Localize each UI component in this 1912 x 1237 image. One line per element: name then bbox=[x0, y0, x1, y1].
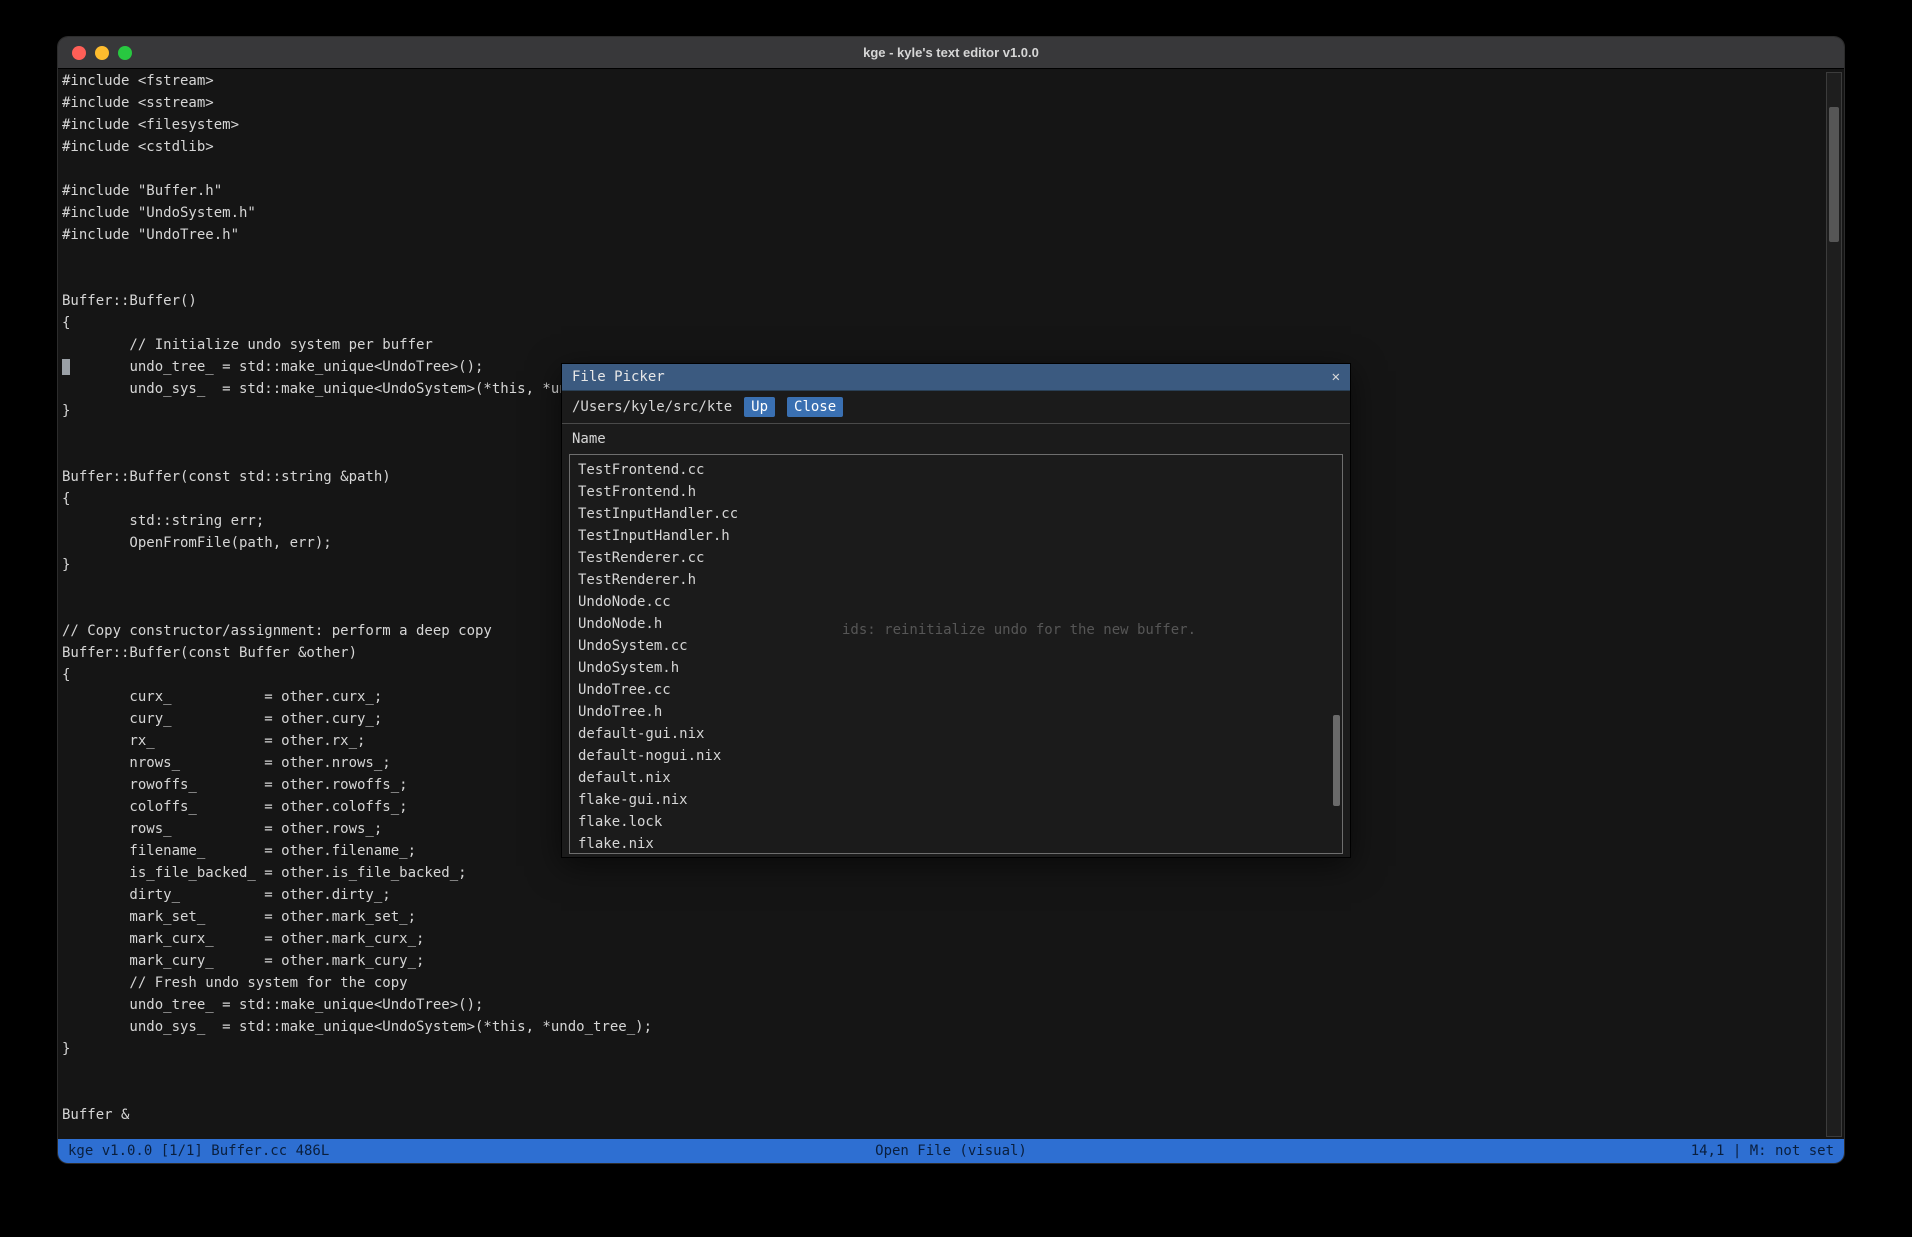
file-list-item[interactable]: TestInputHandler.h bbox=[570, 525, 1342, 547]
file-list-item[interactable]: UndoNode.h bbox=[570, 613, 1342, 635]
file-list-item[interactable]: UndoSystem.cc bbox=[570, 635, 1342, 657]
code-line: #include <fstream> bbox=[62, 70, 652, 92]
code-line: Buffer::Buffer() bbox=[62, 290, 652, 312]
code-line: mark_curx_ = other.mark_curx_; bbox=[62, 928, 652, 950]
window-titlebar: kge - kyle's text editor v1.0.0 bbox=[58, 37, 1844, 69]
status-left: kge v1.0.0 [1/1] Buffer.cc 486L bbox=[68, 1143, 329, 1159]
code-line: // Initialize undo system per buffer bbox=[62, 334, 652, 356]
code-line: mark_cury_ = other.mark_cury_; bbox=[62, 950, 652, 972]
code-line: #include "UndoSystem.h" bbox=[62, 202, 652, 224]
window-minimize-button[interactable] bbox=[95, 46, 109, 60]
code-line: // Fresh undo system for the copy bbox=[62, 972, 652, 994]
file-list-item[interactable]: UndoTree.cc bbox=[570, 679, 1342, 701]
dialog-close-icon[interactable]: ✕ bbox=[1332, 369, 1340, 385]
code-line bbox=[62, 268, 652, 290]
code-line: #include <filesystem> bbox=[62, 114, 652, 136]
code-line: mark_set_ = other.mark_set_; bbox=[62, 906, 652, 928]
up-button[interactable]: Up bbox=[744, 397, 775, 417]
code-line: undo_sys_ = std::make_unique<UndoSystem>… bbox=[62, 1016, 652, 1038]
file-picker-dialog: File Picker ✕ /Users/kyle/src/kte Up Clo… bbox=[561, 363, 1351, 858]
code-line: dirty_ = other.dirty_; bbox=[62, 884, 652, 906]
status-bar: kge v1.0.0 [1/1] Buffer.cc 486L Open Fil… bbox=[58, 1139, 1844, 1163]
file-list-item[interactable]: TestRenderer.cc bbox=[570, 547, 1342, 569]
file-list-item[interactable]: TestFrontend.cc bbox=[570, 459, 1342, 481]
file-list-item[interactable]: default-gui.nix bbox=[570, 723, 1342, 745]
code-line: #include "Buffer.h" bbox=[62, 180, 652, 202]
dialog-close-button[interactable]: Close bbox=[787, 397, 843, 417]
file-list-item[interactable]: TestFrontend.h bbox=[570, 481, 1342, 503]
file-list-rows: TestFrontend.ccTestFrontend.hTestInputHa… bbox=[570, 459, 1342, 854]
code-line: { bbox=[62, 312, 652, 334]
file-list[interactable]: TestFrontend.ccTestFrontend.hTestInputHa… bbox=[569, 454, 1343, 854]
text-cursor bbox=[62, 359, 70, 375]
file-list-item[interactable]: flake.nix bbox=[570, 833, 1342, 854]
traffic-lights bbox=[72, 37, 132, 68]
file-list-item[interactable]: TestRenderer.h bbox=[570, 569, 1342, 591]
code-line bbox=[62, 1060, 652, 1082]
file-list-item[interactable]: default.nix bbox=[570, 767, 1342, 789]
current-path: /Users/kyle/src/kte bbox=[572, 399, 732, 415]
editor-scrollbar-thumb[interactable] bbox=[1829, 107, 1839, 242]
file-list-item[interactable]: TestInputHandler.cc bbox=[570, 503, 1342, 525]
code-line: } bbox=[62, 1038, 652, 1060]
dialog-titlebar: File Picker ✕ bbox=[562, 364, 1350, 391]
file-list-scrollbar-thumb[interactable] bbox=[1333, 715, 1340, 806]
code-line: Buffer & bbox=[62, 1104, 652, 1126]
code-line: #include <cstdlib> bbox=[62, 136, 652, 158]
code-line bbox=[62, 246, 652, 268]
editor-scrollbar[interactable] bbox=[1826, 72, 1842, 1137]
dialog-title: File Picker bbox=[572, 369, 665, 385]
code-line: #include "UndoTree.h" bbox=[62, 224, 652, 246]
file-list-item[interactable]: UndoSystem.h bbox=[570, 657, 1342, 679]
editor-window: kge - kyle's text editor v1.0.0 #include… bbox=[58, 37, 1844, 1163]
status-right: 14,1 | M: not set bbox=[1691, 1143, 1834, 1159]
window-title: kge - kyle's text editor v1.0.0 bbox=[863, 45, 1039, 60]
window-close-button[interactable] bbox=[72, 46, 86, 60]
file-list-item[interactable]: flake.lock bbox=[570, 811, 1342, 833]
code-line: is_file_backed_ = other.is_file_backed_; bbox=[62, 862, 652, 884]
code-line: #include <sstream> bbox=[62, 92, 652, 114]
path-row: /Users/kyle/src/kte Up Close bbox=[562, 391, 1350, 423]
code-line bbox=[62, 158, 652, 180]
code-line bbox=[62, 1082, 652, 1104]
file-list-item[interactable]: UndoTree.h bbox=[570, 701, 1342, 723]
code-line: undo_tree_ = std::make_unique<UndoTree>(… bbox=[62, 994, 652, 1016]
file-list-item[interactable]: default-nogui.nix bbox=[570, 745, 1342, 767]
window-zoom-button[interactable] bbox=[118, 46, 132, 60]
file-list-item[interactable]: UndoNode.cc bbox=[570, 591, 1342, 613]
file-list-item[interactable]: flake-gui.nix bbox=[570, 789, 1342, 811]
name-column-header: Name bbox=[562, 424, 1350, 454]
